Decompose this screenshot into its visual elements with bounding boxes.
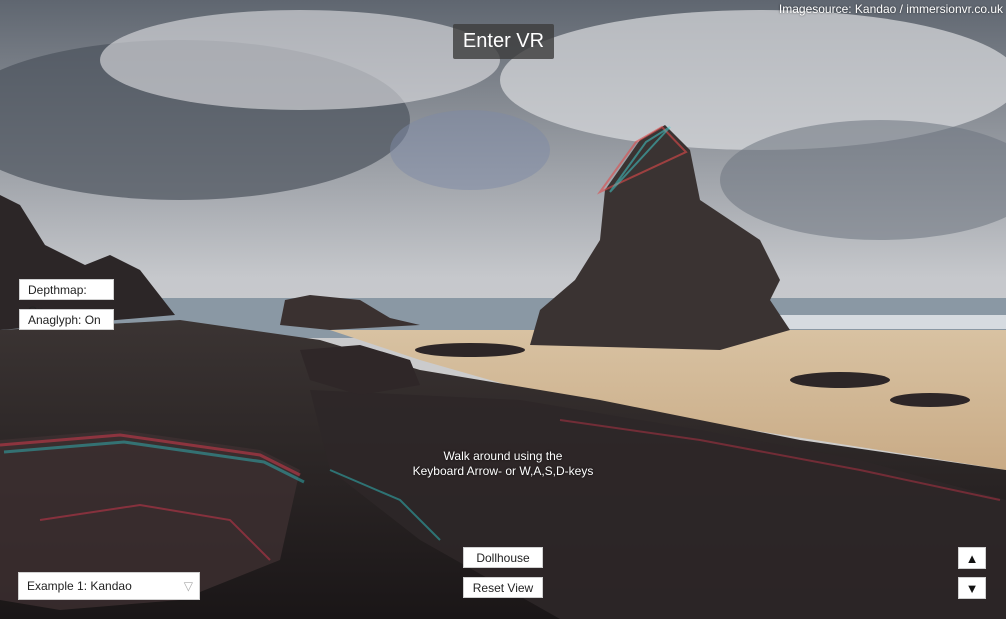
navigation-hint: Walk around using the Keyboard Arrow- or… [403, 449, 603, 479]
move-down-button[interactable]: ▼ [958, 577, 986, 599]
depthmap-toggle-button[interactable]: Depthmap: On [19, 279, 114, 318]
beach-panorama-image [0, 0, 1006, 619]
panorama-viewport[interactable] [0, 0, 1006, 619]
enter-vr-button[interactable]: Enter VR [453, 24, 554, 59]
chevron-down-icon: ▽ [183, 579, 193, 593]
dollhouse-button[interactable]: Dollhouse [463, 547, 543, 568]
example-select[interactable]: Example 1: Kandao ▽ [18, 572, 200, 600]
navigation-hint-line-1: Walk around using the [443, 449, 563, 463]
example-select-value: Example 1: Kandao [27, 579, 132, 593]
anaglyph-toggle-button[interactable]: Anaglyph: On [19, 309, 114, 330]
move-up-button[interactable]: ▲ [958, 547, 986, 569]
image-source-credit: Imagesource: Kandao / immersionvr.co.uk [778, 2, 1003, 16]
navigation-hint-line-2: Keyboard Arrow- or W,A,S,D-keys [412, 464, 594, 478]
reset-view-button[interactable]: Reset View [463, 577, 543, 598]
